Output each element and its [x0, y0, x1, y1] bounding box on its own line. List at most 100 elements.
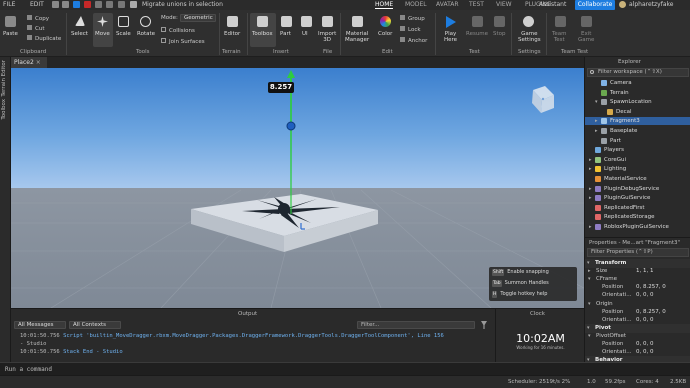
explorer-item[interactable]: ▸ PluginGuiService — [585, 194, 690, 202]
anchor-button[interactable]: Anchor — [400, 37, 427, 44]
migrate-unions-button[interactable]: Migrate unions in selection — [142, 1, 223, 8]
assistant-button[interactable]: Assistant — [539, 1, 566, 8]
team-test-group-label: Team Test — [561, 49, 589, 55]
log-time: 10:01:50.756 — [20, 333, 60, 339]
terrain-icon — [601, 89, 607, 96]
tab-test[interactable]: TEST — [469, 1, 484, 8]
part-button[interactable]: Part — [280, 31, 291, 37]
explorer-item[interactable]: ▸ CoreGui — [585, 156, 690, 164]
group-button[interactable]: Group — [400, 15, 425, 22]
chevron-right-icon[interactable]: ▸ — [589, 156, 592, 164]
explorer-item[interactable]: ▸ RobloxPluginGuiService — [585, 223, 690, 231]
explorer-item[interactable]: ▸ Fragment3 — [585, 117, 690, 126]
ui-button[interactable]: UI — [302, 31, 308, 37]
command-bar[interactable]: Run a command — [0, 362, 690, 375]
tab-home[interactable]: HOME — [375, 1, 394, 9]
model-icon — [601, 118, 607, 125]
messages-filter[interactable]: All Messages — [14, 321, 66, 329]
color-button[interactable]: Color — [378, 31, 392, 37]
rotate-icon — [140, 16, 151, 27]
duplicate-button[interactable]: Duplicate — [27, 35, 61, 42]
username[interactable]: alpharetzyfake — [629, 1, 673, 8]
output-panel: Output All Messages All Contexts Filter.… — [11, 308, 495, 362]
material-manager-button[interactable]: Material Manager — [345, 31, 369, 43]
explorer-item[interactable]: Decal — [585, 108, 690, 116]
exit-game-button[interactable]: Exit Game — [578, 31, 594, 43]
move-button[interactable]: Move — [95, 31, 110, 37]
collaborate-button[interactable]: Collaborate — [575, 0, 615, 10]
explorer-item[interactable]: MaterialService — [585, 175, 690, 183]
migrate-icon[interactable] — [130, 1, 137, 8]
explorer-item[interactable]: ReplicatedStorage — [585, 213, 690, 221]
chevron-right-icon[interactable]: ▸ — [589, 165, 592, 173]
chevron-right-icon[interactable]: ▸ — [595, 127, 598, 135]
explorer-item[interactable]: ▸ PluginDebugService — [585, 185, 690, 193]
stop-button[interactable]: Stop — [493, 31, 506, 37]
tab-place2[interactable]: Place2 × — [11, 57, 47, 68]
explorer-item[interactable]: ReplicatedFirst — [585, 204, 690, 212]
explorer-item[interactable]: ▸ Baseplate — [585, 127, 690, 135]
edit-menu[interactable]: EDIT — [30, 1, 44, 8]
collisions-toggle[interactable]: Collisions — [161, 27, 195, 34]
clear-output-icon[interactable] — [481, 321, 487, 329]
3d-viewport[interactable]: 8.257 Shift Enable snapping Tab Summon Han… — [11, 68, 584, 308]
explorer-item[interactable]: Players — [585, 146, 690, 154]
play-quick-icon[interactable] — [73, 1, 80, 8]
explorer-item[interactable]: ▸ Lighting — [585, 165, 690, 173]
lock-button[interactable]: Lock — [400, 26, 421, 33]
scale-button[interactable]: Scale — [116, 31, 131, 37]
settings-quick-icon[interactable] — [106, 1, 113, 8]
chevron-right-icon[interactable]: ▸ — [589, 194, 592, 202]
chevron-down-icon[interactable]: ▾ — [595, 98, 598, 106]
tab-model[interactable]: MODEL — [405, 1, 427, 8]
avatar[interactable] — [619, 1, 626, 8]
output-filter-input[interactable]: Filter... — [357, 321, 475, 329]
contexts-filter[interactable]: All Contexts — [69, 321, 121, 329]
stop-icon — [494, 16, 505, 27]
scale-quick-icon[interactable] — [118, 1, 125, 8]
import3d-button[interactable]: Import 3D — [318, 31, 336, 43]
terrain-editor-button[interactable]: Editor — [224, 31, 240, 37]
explorer-item[interactable]: ▾ SpawnLocation — [585, 98, 690, 106]
explorer-item[interactable]: Terrain — [585, 89, 690, 97]
chevron-right-icon[interactable]: ▸ — [595, 117, 598, 125]
separator — [219, 13, 220, 55]
play-here-button[interactable]: Play Here — [444, 31, 457, 43]
chevron-right-icon[interactable]: ▸ — [589, 223, 592, 231]
copy-button[interactable]: Copy — [27, 15, 49, 22]
toolbox-icon — [257, 16, 268, 27]
stop-quick-icon[interactable] — [84, 1, 91, 8]
toolbox-button[interactable]: Toolbox — [252, 31, 273, 37]
reload-icon[interactable] — [95, 1, 102, 8]
lighting-icon — [595, 166, 601, 173]
paste-button[interactable]: Paste — [3, 31, 18, 37]
resume-button[interactable]: Resume — [466, 31, 488, 37]
select-button[interactable]: Select — [71, 31, 88, 37]
explorer-filter-input[interactable]: Filter workspace (⌃⇧X) — [587, 68, 689, 77]
explorer-item[interactable]: Camera — [585, 79, 690, 87]
hint-hotkeys: H Toggle hotkey help — [492, 290, 547, 299]
chevron-right-icon[interactable]: ▸ — [589, 185, 592, 193]
undo-icon[interactable] — [52, 1, 59, 8]
explorer-item-label: Camera — [610, 80, 632, 86]
coregui-icon — [595, 156, 601, 163]
play-icon — [446, 16, 456, 28]
team-test-button[interactable]: Team Test — [552, 31, 567, 43]
terrain-editor-dock-tab[interactable]: Terrain Editor — [1, 60, 7, 97]
redo-icon[interactable] — [62, 1, 69, 8]
game-settings-button[interactable]: Game Settings — [518, 31, 541, 43]
rotate-button[interactable]: Rotate — [137, 31, 155, 37]
properties-filter-input[interactable]: Filter Properties (⌃⇧P) — [587, 248, 689, 257]
join-surfaces-toggle[interactable]: Join Surfaces — [161, 38, 205, 45]
ui-icon — [301, 16, 312, 27]
command-input[interactable]: Run a command — [5, 366, 52, 373]
mode-select[interactable]: Geometric — [180, 14, 216, 22]
file-menu[interactable]: FILE — [3, 1, 15, 8]
cut-button[interactable]: Cut — [27, 25, 44, 32]
close-icon[interactable]: × — [36, 59, 41, 66]
explorer-item[interactable]: Part — [585, 137, 690, 145]
tab-avatar[interactable]: AVATAR — [436, 1, 459, 8]
tab-view[interactable]: VIEW — [496, 1, 512, 8]
toolbox-dock-tab[interactable]: Toolbox — [1, 99, 7, 120]
group-icon — [400, 15, 405, 20]
